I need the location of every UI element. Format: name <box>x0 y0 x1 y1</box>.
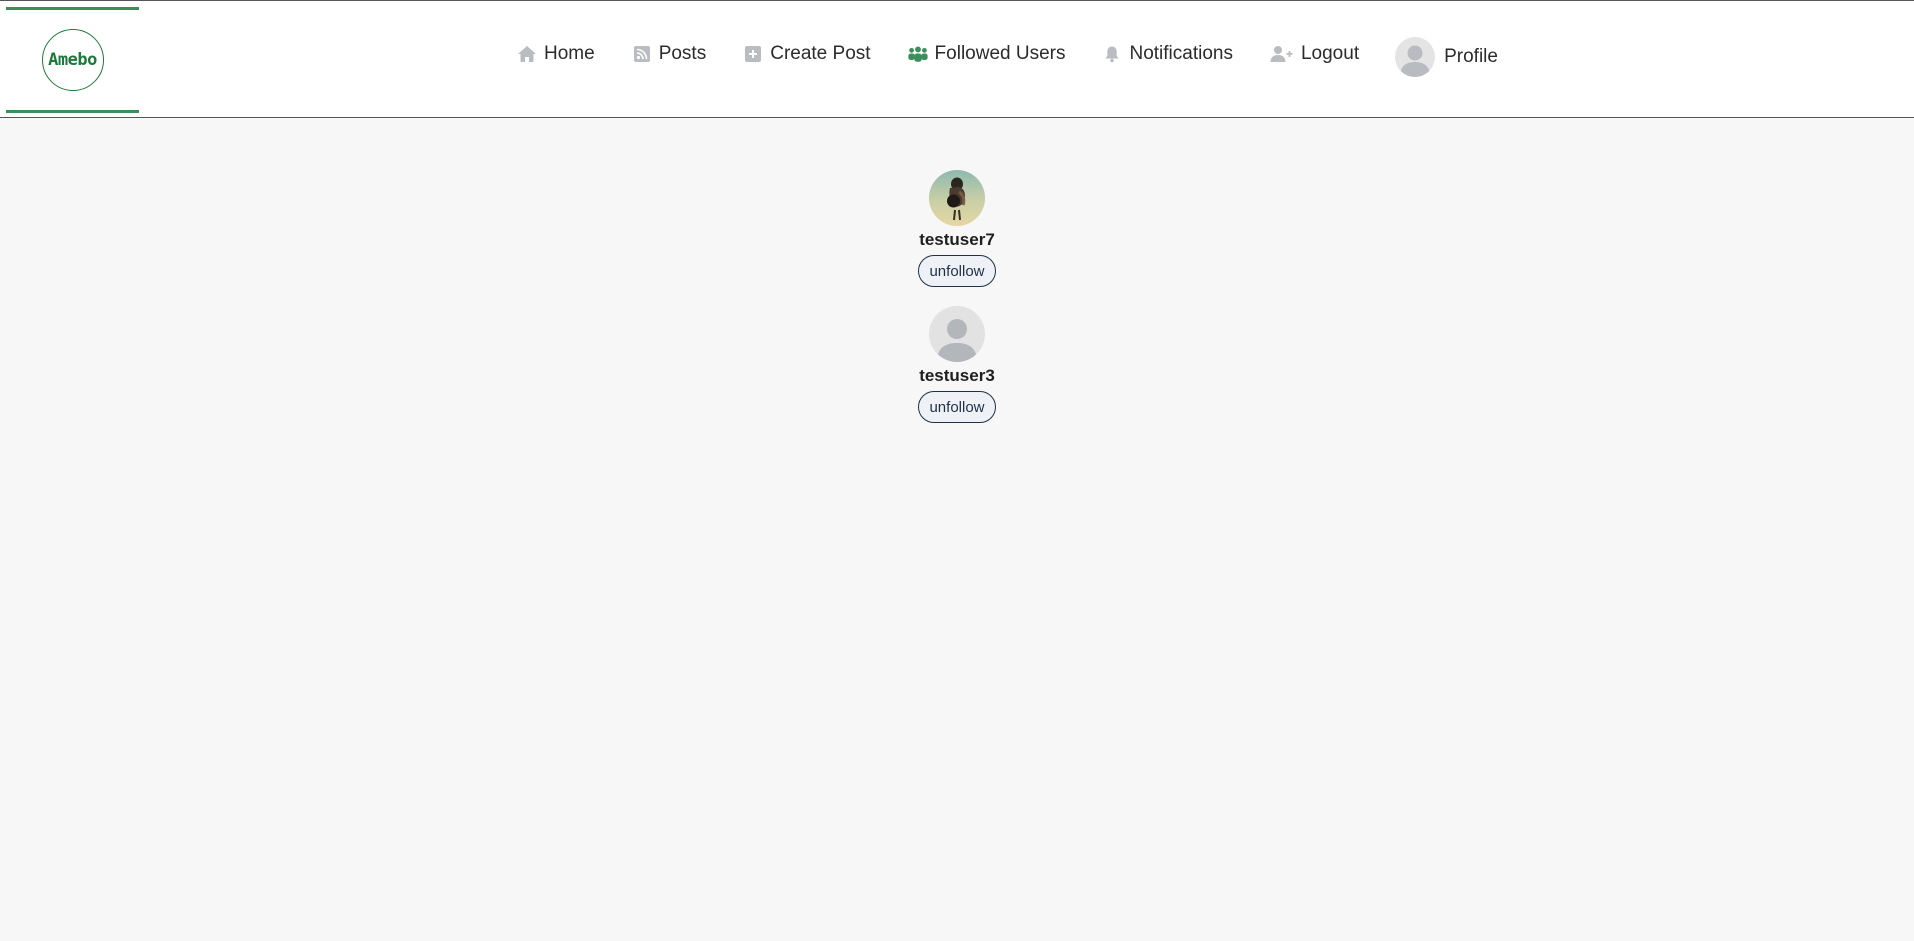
nav-posts-label: Posts <box>658 43 707 64</box>
nav-create-post-label: Create Post <box>770 43 871 64</box>
list-item: testuser7 unfollow <box>857 170 1057 287</box>
bell-icon <box>1101 44 1123 64</box>
nav-home-label: Home <box>544 43 595 64</box>
nav-home[interactable]: Home <box>516 43 595 65</box>
top-header: Amebo Home Posts Create Post Followed Us… <box>0 0 1914 118</box>
logo-circle: Amebo <box>41 29 104 91</box>
users-icon <box>907 44 929 64</box>
nav-followed-users-label: Followed Users <box>934 43 1066 64</box>
nav-posts[interactable]: Posts <box>631 43 707 65</box>
nav-profile-label: Profile <box>1444 46 1498 67</box>
unfollow-button[interactable]: unfollow <box>918 391 996 423</box>
nav-notifications[interactable]: Notifications <box>1101 43 1233 65</box>
nav-notifications-label: Notifications <box>1129 43 1233 64</box>
user-avatar[interactable] <box>929 170 985 226</box>
nav-logout[interactable]: Logout <box>1269 43 1359 65</box>
nav-create-post[interactable]: Create Post <box>742 43 871 65</box>
username[interactable]: testuser7 <box>919 230 995 250</box>
main-nav: Home Posts Create Post Followed Users No <box>516 1 1498 119</box>
avatar <box>1395 37 1436 77</box>
default-avatar-icon <box>937 319 977 362</box>
logo[interactable]: Amebo <box>6 7 139 113</box>
user-plus-icon <box>1269 44 1295 64</box>
plus-square-icon <box>742 44 764 64</box>
nav-profile[interactable]: Profile <box>1395 37 1498 77</box>
nav-followed-users[interactable]: Followed Users <box>907 43 1066 65</box>
unfollow-button[interactable]: unfollow <box>918 255 996 287</box>
rss-icon <box>631 44 653 64</box>
logo-text: Amebo <box>48 50 97 70</box>
list-item: testuser3 unfollow <box>857 306 1057 423</box>
user-avatar[interactable] <box>929 306 985 362</box>
nav-logout-label: Logout <box>1300 43 1360 64</box>
default-avatar-icon <box>1400 45 1431 77</box>
user-photo <box>929 170 985 226</box>
username[interactable]: testuser3 <box>919 366 995 386</box>
home-icon <box>516 44 538 64</box>
